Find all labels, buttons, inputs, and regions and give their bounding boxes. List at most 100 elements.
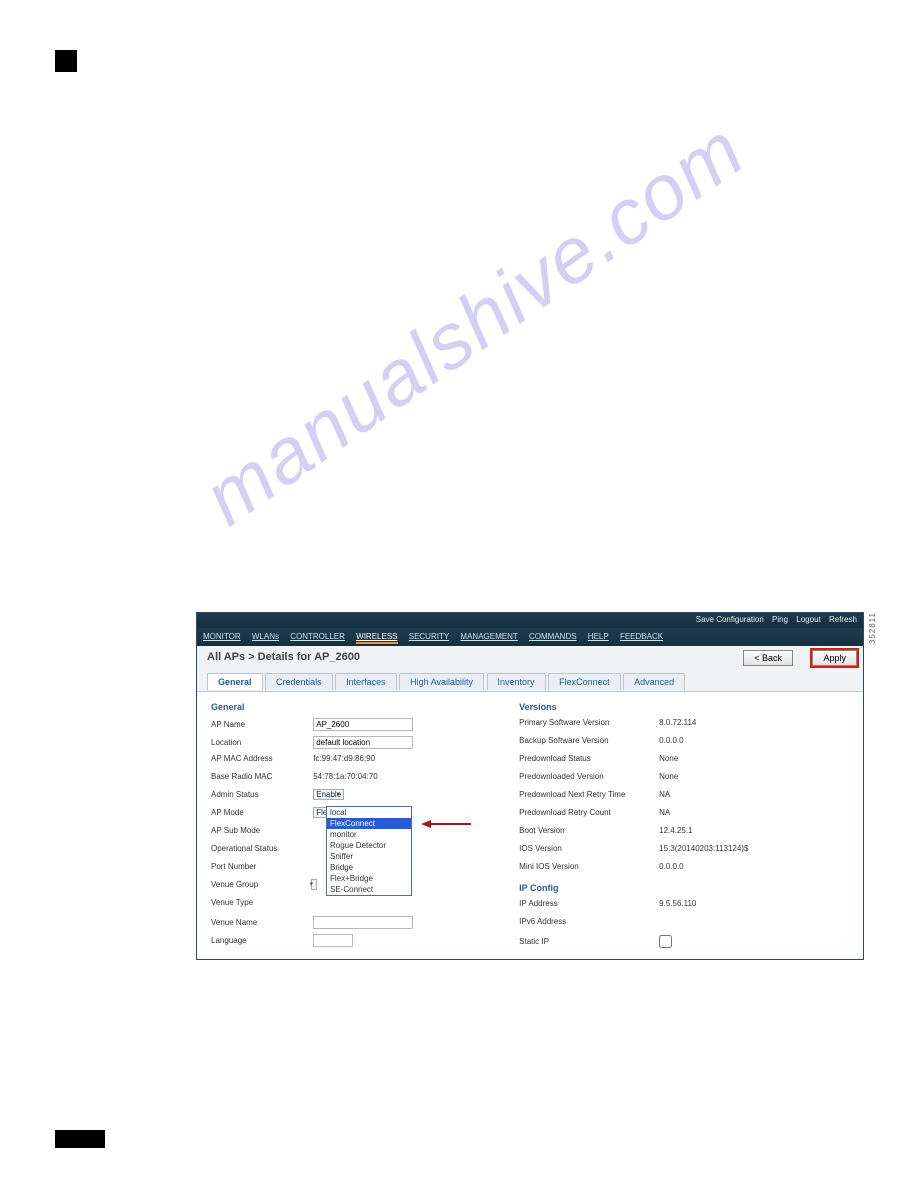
opt-se-connect[interactable]: SE-Connect: [327, 884, 411, 895]
figure-id: 352811: [868, 612, 877, 644]
row-language: Language: [211, 934, 519, 949]
tab-interfaces[interactable]: Interfaces: [335, 673, 397, 690]
value-boot-ver: 12.4.25.1: [659, 826, 692, 835]
value-ios-ver: 15.3(20140203:113124)$: [659, 844, 748, 853]
nav-help[interactable]: HELP: [588, 632, 609, 641]
ping-link[interactable]: Ping: [772, 615, 788, 624]
label-oper-status: Operational Status: [211, 844, 311, 853]
row-ap-mac: AP MAC Address fc:99:47:d9:86:90: [211, 754, 519, 769]
label-language: Language: [211, 936, 311, 945]
wlc-topbar: Save Configuration Ping Logout Refresh: [197, 613, 863, 628]
tab-general[interactable]: General: [207, 673, 263, 690]
label-static-ip: Static IP: [519, 937, 659, 946]
row-venue-name: Venue Name: [211, 916, 519, 931]
opt-flex-bridge[interactable]: Flex+Bridge: [327, 873, 411, 884]
nav-controller[interactable]: CONTROLLER: [290, 632, 345, 641]
label-base-mac: Base Radio MAC: [211, 772, 311, 781]
row-location: Location: [211, 736, 519, 751]
value-primary-sw: 8.0.72.114: [659, 718, 696, 727]
nav-feedback[interactable]: FEEDBACK: [620, 632, 663, 641]
general-tab-content: General AP Name Location AP MAC Address …: [197, 692, 863, 959]
select-admin-status[interactable]: Enable: [313, 789, 344, 800]
input-venue-name[interactable]: [313, 916, 413, 929]
value-ip: 9.5.56.110: [659, 899, 696, 908]
tab-credentials[interactable]: Credentials: [265, 673, 333, 690]
tab-advanced[interactable]: Advanced: [623, 673, 685, 690]
label-venue-group: Venue Group: [211, 880, 311, 889]
row-admin-status: Admin Status Enable: [211, 790, 519, 805]
versions-header: Versions: [519, 702, 840, 712]
label-ip: IP Address: [519, 899, 659, 908]
ipconfig-header: IP Config: [519, 883, 840, 893]
label-venue-type: Venue Type: [211, 898, 311, 907]
label-port: Port Number: [211, 862, 311, 871]
logout-link[interactable]: Logout: [796, 615, 820, 624]
label-mini-ios: Mini IOS Version: [519, 862, 659, 871]
tab-inventory[interactable]: Inventory: [487, 673, 546, 690]
general-header: General: [211, 702, 519, 712]
tabs-bar: General Credentials Interfaces High Avai…: [197, 672, 863, 692]
watermark-text: manualshive.com: [187, 67, 813, 543]
breadcrumb: All APs > Details for AP_2600: [207, 651, 360, 663]
nav-commands[interactable]: COMMANDS: [529, 632, 577, 641]
label-pred-ver: Predownloaded Version: [519, 772, 659, 781]
general-column: General AP Name Location AP MAC Address …: [211, 700, 519, 952]
input-ap-name[interactable]: [313, 718, 413, 731]
ap-mode-dropdown[interactable]: local FlexConnect monitor Rogue Detector…: [326, 806, 412, 896]
opt-monitor[interactable]: monitor: [327, 829, 411, 840]
arrow-icon: [421, 818, 471, 830]
opt-flexconnect[interactable]: FlexConnect: [327, 818, 411, 829]
value-pred-retry-time: NA: [659, 790, 670, 799]
checkbox-static-ip[interactable]: [659, 935, 672, 948]
value-ap-mac: fc:99:47:d9:86:90: [313, 754, 375, 763]
opt-local[interactable]: local: [327, 807, 411, 818]
tab-high-availability[interactable]: High Availability: [399, 673, 484, 690]
select-venue-group[interactable]: [311, 879, 317, 890]
value-pred-status: None: [659, 754, 678, 763]
input-language[interactable]: [313, 934, 353, 947]
label-pred-retry-time: Predownload Next Retry Time: [519, 790, 659, 799]
wlc-screenshot: Save Configuration Ping Logout Refresh M…: [196, 612, 864, 960]
row-venue-type: Venue Type: [211, 898, 519, 913]
row-base-mac: Base Radio MAC 54:78:1a:70:04:70: [211, 772, 519, 787]
row-ap-name: AP Name: [211, 718, 519, 733]
nav-management[interactable]: MANAGEMENT: [460, 632, 517, 641]
label-pred-retry-count: Predownload Retry Count: [519, 808, 659, 817]
label-boot-ver: Boot Version: [519, 826, 659, 835]
label-ios-ver: IOS Version: [519, 844, 659, 853]
label-primary-sw: Primary Software Version: [519, 718, 659, 727]
versions-column: Versions Primary Software Version8.0.72.…: [519, 700, 840, 953]
nav-wireless[interactable]: WIRELESS: [356, 632, 397, 644]
value-base-mac: 54:78:1a:70:04:70: [313, 772, 378, 781]
opt-sniffer[interactable]: Sniffer: [327, 851, 411, 862]
refresh-link[interactable]: Refresh: [829, 615, 857, 624]
input-location[interactable]: [313, 736, 413, 749]
value-pred-ver: None: [659, 772, 678, 781]
page-number-marker: [55, 1130, 105, 1148]
value-backup-sw: 0.0.0.0: [659, 736, 683, 745]
label-ap-name: AP Name: [211, 720, 311, 729]
opt-bridge[interactable]: Bridge: [327, 862, 411, 873]
opt-rogue-detector[interactable]: Rogue Detector: [327, 840, 411, 851]
label-ap-mac: AP MAC Address: [211, 754, 311, 763]
save-config-link[interactable]: Save Configuration: [696, 615, 764, 624]
back-button[interactable]: < Back: [743, 650, 793, 666]
value-mini-ios: 0.0.0.0: [659, 862, 683, 871]
label-ap-mode: AP Mode: [211, 808, 311, 817]
value-pred-retry-count: NA: [659, 808, 670, 817]
label-pred-status: Predownload Status: [519, 754, 659, 763]
nav-security[interactable]: SECURITY: [409, 632, 449, 641]
page-corner-marker: [55, 50, 77, 72]
nav-wlans[interactable]: WLANs: [252, 632, 279, 641]
label-location: Location: [211, 738, 311, 747]
label-venue-name: Venue Name: [211, 918, 311, 927]
apply-button[interactable]: Apply: [812, 650, 857, 666]
label-backup-sw: Backup Software Version: [519, 736, 659, 745]
main-nav: MONITOR WLANs CONTROLLER WIRELESS SECURI…: [197, 628, 863, 646]
label-admin-status: Admin Status: [211, 790, 311, 799]
title-row: All APs > Details for AP_2600 < Back App…: [197, 646, 863, 672]
tab-flexconnect[interactable]: FlexConnect: [548, 673, 621, 690]
label-ipv6: IPv6 Address: [519, 917, 659, 926]
nav-monitor[interactable]: MONITOR: [203, 632, 241, 641]
label-ap-sub-mode: AP Sub Mode: [211, 826, 311, 835]
